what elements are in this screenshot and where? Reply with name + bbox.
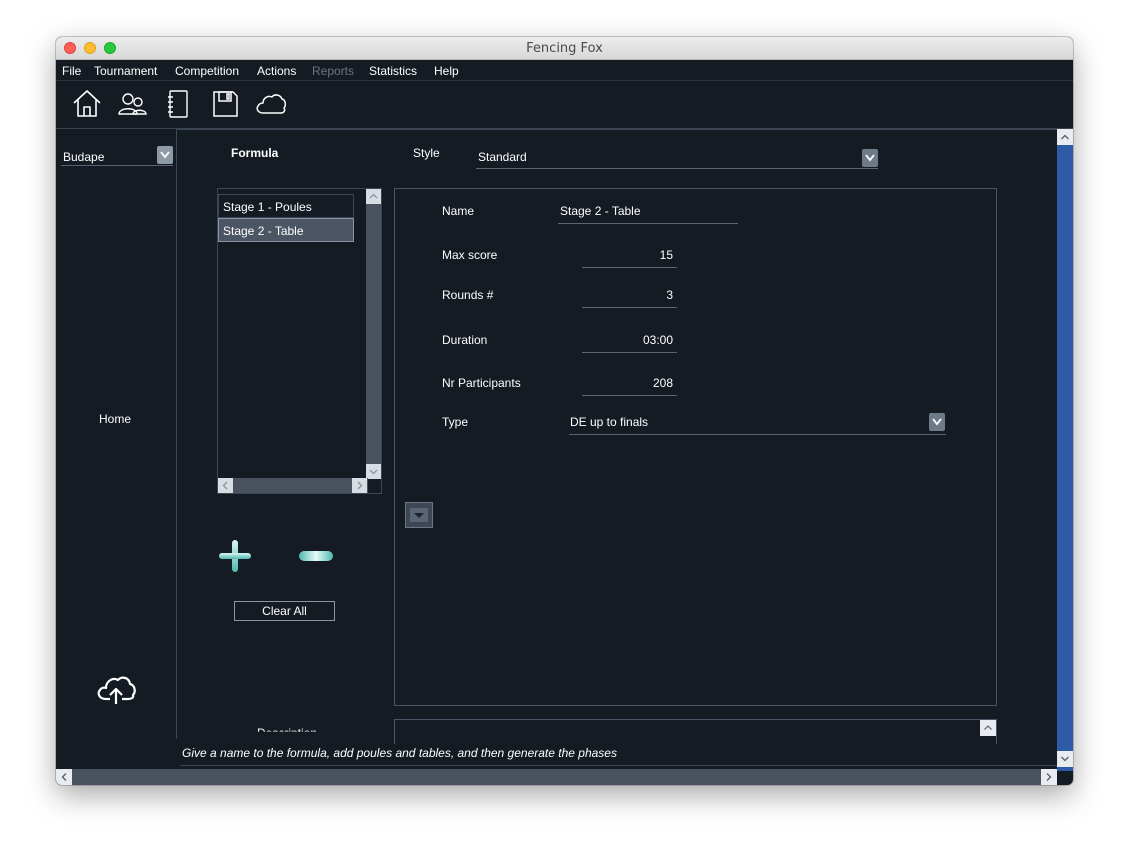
formula-heading: Formula [231, 146, 279, 160]
competition-select-value: Budape [63, 150, 105, 164]
menu-statistics[interactable]: Statistics [369, 64, 417, 78]
participants-field[interactable]: 208 [582, 372, 677, 396]
save-icon[interactable] [209, 88, 241, 120]
type-label: Type [442, 415, 469, 429]
scroll-down-icon[interactable] [1057, 751, 1073, 767]
people-icon[interactable] [116, 88, 148, 120]
clear-all-button[interactable]: Clear All [234, 601, 335, 621]
scroll-up-icon[interactable] [1057, 129, 1073, 145]
chevron-down-icon[interactable] [929, 413, 945, 431]
scroll-left-icon[interactable] [56, 769, 72, 785]
menu-reports[interactable]: Reports [312, 64, 354, 78]
style-select-value: Standard [478, 150, 527, 164]
stage-detail-panel: Name Stage 2 - Table Max score 15 Rounds… [394, 188, 997, 706]
scroll-up-icon[interactable] [366, 189, 381, 204]
expand-toggle-button[interactable] [405, 502, 433, 528]
window-title: Fencing Fox [526, 41, 603, 56]
list-item[interactable]: Stage 1 - Poules [218, 194, 354, 218]
participants-value: 208 [652, 376, 673, 390]
main-vertical-scrollbar[interactable] [1057, 129, 1073, 771]
toolbar [56, 81, 1073, 129]
menu-file[interactable]: File [62, 64, 81, 78]
status-hint: Give a name to the formula, add poules a… [182, 746, 617, 760]
type-select-value: DE up to finals [570, 415, 649, 429]
menu-help[interactable]: Help [434, 64, 459, 78]
title-bar: Fencing Fox [56, 37, 1073, 60]
max-score-label: Max score [442, 248, 498, 262]
duration-value: 03:00 [642, 333, 673, 347]
type-select[interactable]: DE up to finals [569, 411, 946, 435]
style-label: Style [413, 146, 440, 160]
menu-actions[interactable]: Actions [257, 64, 296, 78]
cloud-upload-icon[interactable] [95, 673, 137, 707]
name-field-value: Stage 2 - Table [560, 204, 641, 218]
plus-icon[interactable] [217, 538, 253, 574]
name-label: Name [442, 204, 475, 218]
duration-label: Duration [442, 333, 488, 347]
main-horizontal-scrollbar[interactable] [56, 769, 1057, 785]
menu-bar: File Tournament Competition Actions Repo… [56, 60, 1073, 81]
stage-list-vertical-scrollbar[interactable] [366, 189, 381, 479]
list-item[interactable]: Stage 2 - Table [218, 218, 354, 242]
stage-list[interactable]: Stage 1 - Poules Stage 2 - Table [217, 188, 382, 494]
name-field[interactable]: Stage 2 - Table [558, 199, 738, 224]
menu-competition[interactable]: Competition [175, 64, 239, 78]
scroll-right-icon[interactable] [1041, 769, 1057, 785]
scroll-up-icon[interactable] [980, 720, 996, 736]
menu-tournament[interactable]: Tournament [94, 64, 157, 78]
minus-icon[interactable] [298, 549, 334, 563]
stage-list-horizontal-scrollbar[interactable] [218, 478, 368, 493]
stage-label: Stage 2 - Table [223, 224, 304, 238]
home-icon[interactable] [71, 88, 103, 120]
duration-field[interactable]: 03:00 [582, 329, 677, 353]
competition-select[interactable]: Budape [61, 146, 173, 166]
scroll-down-icon[interactable] [366, 464, 381, 479]
main-content: Formula Style Standard Stage 1 - Poules … [176, 129, 1057, 744]
scroll-left-icon[interactable] [218, 478, 233, 493]
max-score-field[interactable]: 15 [582, 244, 677, 268]
status-bar: Give a name to the formula, add poules a… [180, 740, 1057, 766]
chevron-down-icon[interactable] [862, 149, 878, 167]
chevron-down-icon[interactable] [157, 146, 173, 164]
max-score-value: 15 [659, 248, 673, 262]
cloud-icon[interactable] [255, 88, 287, 120]
participants-label: Nr Participants [442, 376, 521, 390]
rounds-label: Rounds # [442, 288, 494, 302]
sidebar: Budape Home [56, 129, 176, 771]
app-window: Fencing Fox File Tournament Competition … [56, 37, 1073, 785]
triangle-down-icon [410, 508, 428, 522]
style-select[interactable]: Standard [476, 147, 878, 169]
description-label: Description [257, 726, 318, 740]
stage-label: Stage 1 - Poules [223, 200, 312, 214]
scroll-right-icon[interactable] [352, 478, 367, 493]
home-label[interactable]: Home [99, 412, 131, 426]
notebook-icon[interactable] [162, 88, 194, 120]
rounds-field[interactable]: 3 [582, 284, 677, 308]
rounds-value: 3 [666, 288, 673, 302]
